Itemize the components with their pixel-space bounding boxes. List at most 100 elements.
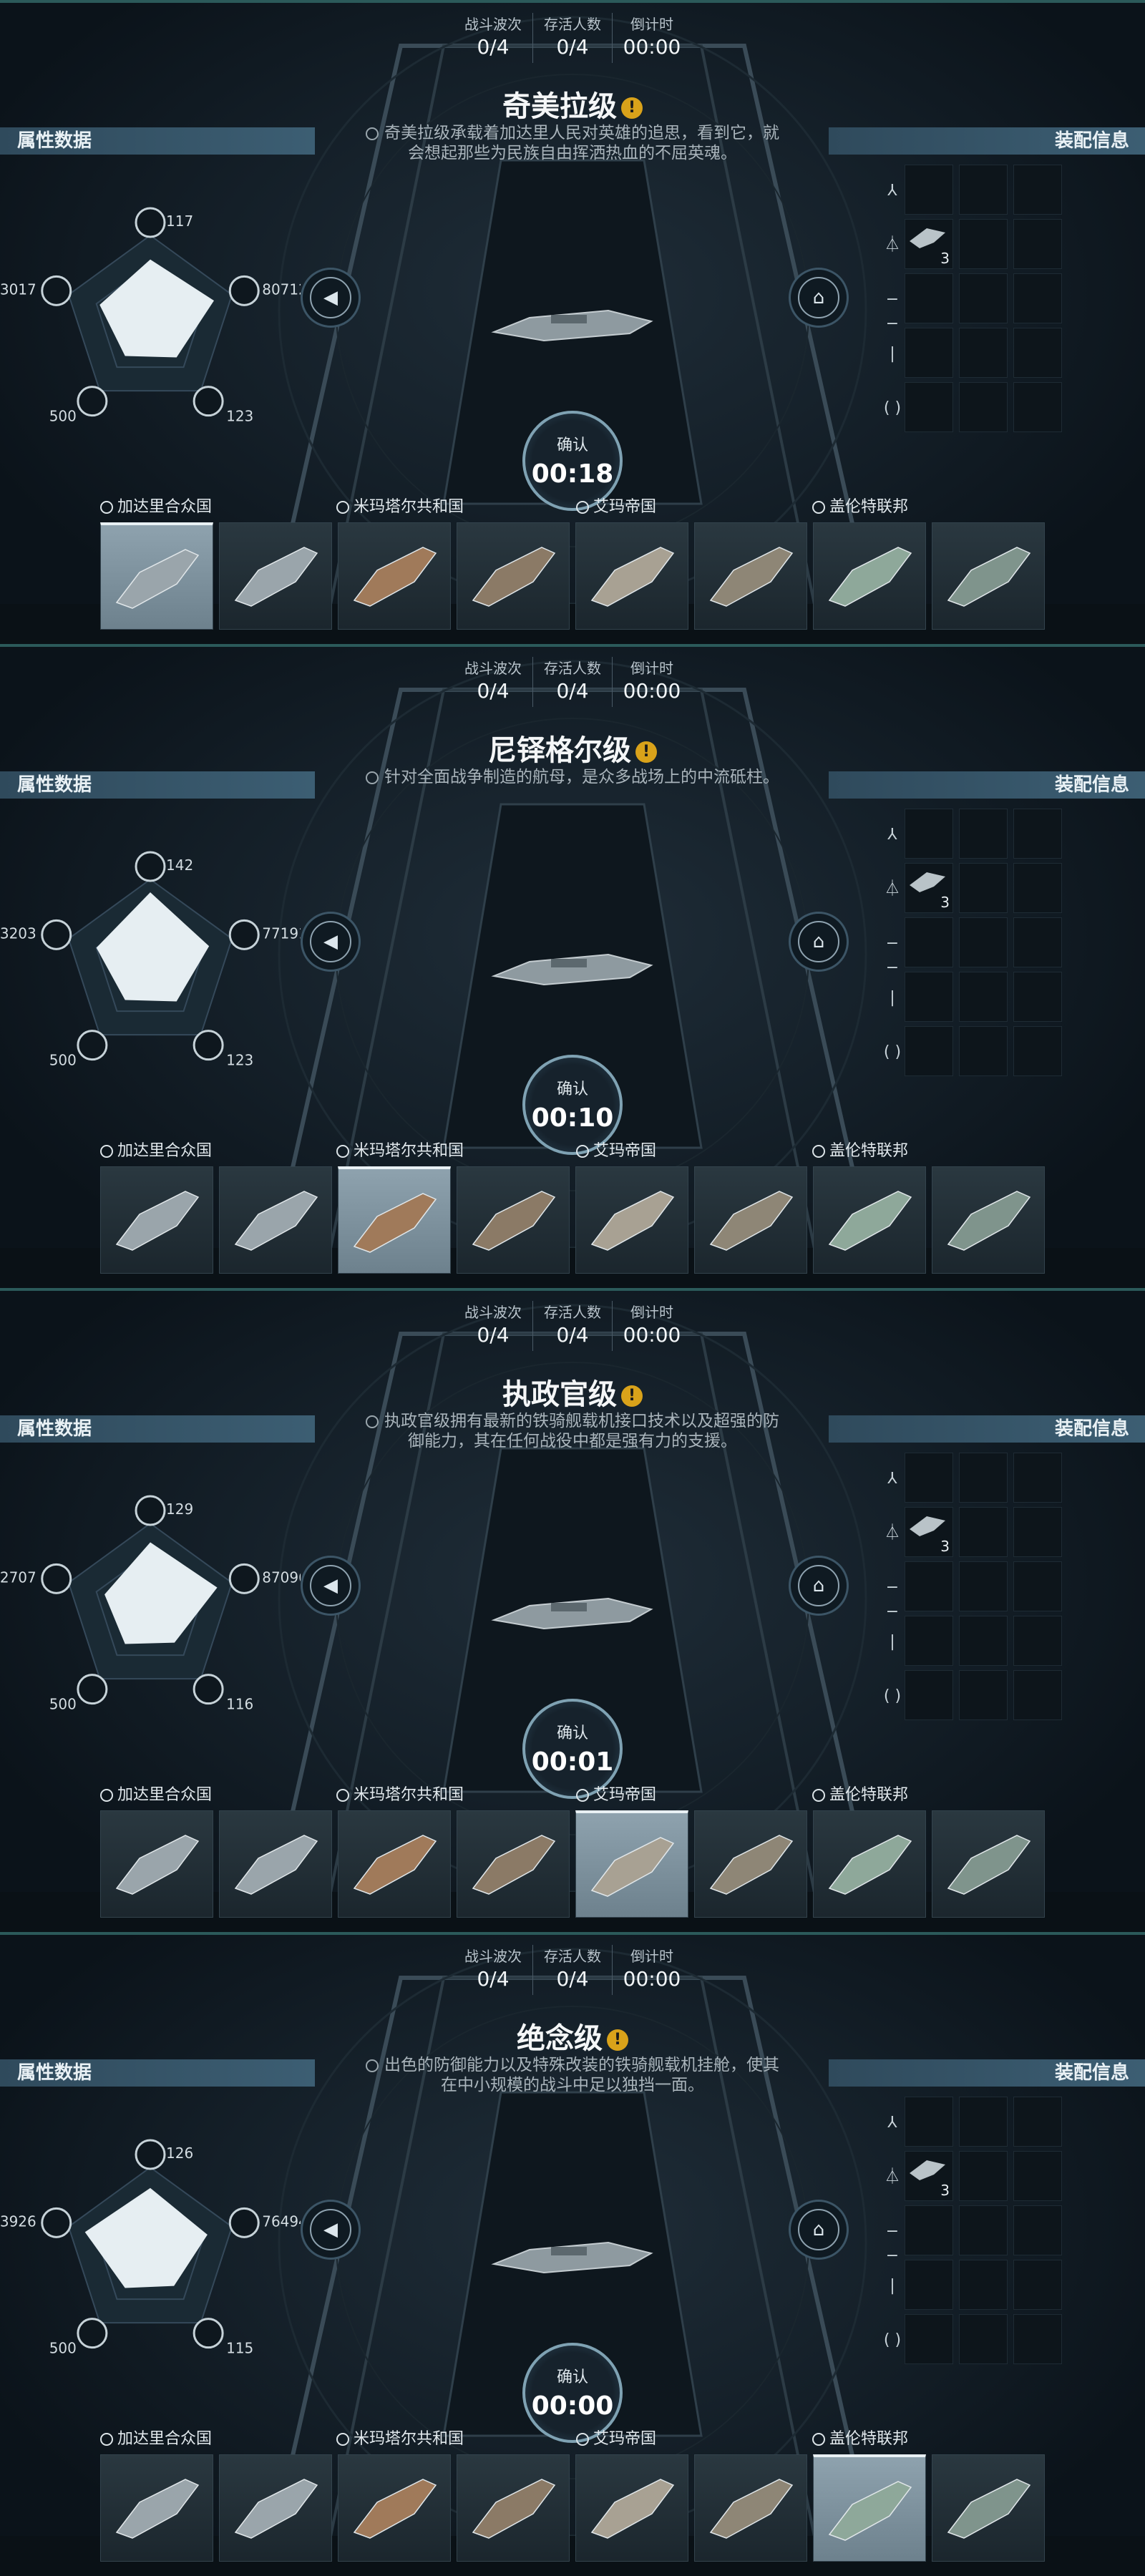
loadout-slot[interactable] <box>1013 863 1062 913</box>
ship-card[interactable] <box>100 1810 213 1918</box>
ship-card[interactable] <box>338 2454 451 2562</box>
prev-ship-button[interactable]: ◀ <box>301 1556 361 1616</box>
loadout-slot[interactable] <box>1013 273 1062 323</box>
loadout-slot[interactable] <box>905 382 953 432</box>
loadout-slot[interactable] <box>1013 219 1062 269</box>
loadout-slot[interactable]: 3 <box>905 219 953 269</box>
prev-ship-button[interactable]: ◀ <box>301 2200 361 2260</box>
loadout-slot[interactable] <box>1013 917 1062 967</box>
loadout-slot[interactable] <box>905 273 953 323</box>
loadout-slot[interactable] <box>959 1026 1008 1076</box>
warning-icon[interactable]: ! <box>635 741 657 763</box>
loadout-slot[interactable] <box>905 809 953 859</box>
loadout-slot[interactable] <box>959 2151 1008 2201</box>
loadout-slot[interactable]: 3 <box>905 2151 953 2201</box>
loadout-slot[interactable] <box>1013 1561 1062 1611</box>
loadout-slot[interactable] <box>1013 2260 1062 2310</box>
loadout-slot[interactable] <box>1013 809 1062 859</box>
loadout-slot[interactable] <box>905 2260 953 2310</box>
loadout-slot[interactable] <box>1013 2205 1062 2255</box>
loadout-slot[interactable] <box>905 1026 953 1076</box>
loadout-slot[interactable] <box>959 2314 1008 2364</box>
loadout-slot[interactable] <box>905 2205 953 2255</box>
ship-card[interactable] <box>219 1166 332 1274</box>
ship-card[interactable] <box>338 522 451 630</box>
loadout-slot[interactable] <box>905 917 953 967</box>
warning-icon[interactable]: ! <box>621 1385 643 1407</box>
loadout-slot[interactable] <box>959 219 1008 269</box>
ship-card[interactable] <box>219 1810 332 1918</box>
loadout-slot[interactable] <box>959 917 1008 967</box>
ship-card[interactable] <box>575 522 688 630</box>
ship-card[interactable] <box>575 2454 688 2562</box>
loadout-slot[interactable] <box>1013 382 1062 432</box>
loadout-slot[interactable] <box>959 1670 1008 1720</box>
loadout-slot[interactable] <box>905 2314 953 2364</box>
ship-card[interactable] <box>813 522 926 630</box>
loadout-slot[interactable] <box>905 328 953 378</box>
loadout-slot[interactable] <box>1013 328 1062 378</box>
ship-card[interactable] <box>932 1810 1045 1918</box>
loadout-slot[interactable] <box>1013 1670 1062 1720</box>
ship-card[interactable] <box>457 1166 570 1274</box>
loadout-slot[interactable] <box>1013 2151 1062 2201</box>
loadout-slot[interactable] <box>959 1561 1008 1611</box>
ship-card[interactable] <box>575 1166 688 1274</box>
ship-card[interactable] <box>219 522 332 630</box>
loadout-slot[interactable] <box>1013 165 1062 215</box>
loadout-slot[interactable] <box>959 1453 1008 1503</box>
loadout-slot[interactable] <box>959 382 1008 432</box>
prev-ship-button[interactable]: ◀ <box>301 268 361 328</box>
loadout-slot[interactable] <box>1013 1616 1062 1666</box>
ship-card[interactable] <box>100 522 213 630</box>
ship-card[interactable] <box>100 1166 213 1274</box>
ship-card[interactable] <box>694 1810 807 1918</box>
prev-ship-button[interactable]: ◀ <box>301 912 361 972</box>
warning-icon[interactable]: ! <box>607 2029 628 2051</box>
loadout-slot[interactable] <box>959 2205 1008 2255</box>
loadout-slot[interactable] <box>959 2097 1008 2147</box>
ship-card[interactable] <box>219 2454 332 2562</box>
ship-info-button[interactable]: ⌂ <box>789 268 849 328</box>
loadout-slot[interactable] <box>959 1616 1008 1666</box>
loadout-slot[interactable] <box>959 273 1008 323</box>
loadout-slot[interactable] <box>959 972 1008 1022</box>
ship-card[interactable] <box>932 522 1045 630</box>
ship-card[interactable] <box>813 2454 926 2562</box>
loadout-slot[interactable] <box>905 1670 953 1720</box>
loadout-slot[interactable] <box>905 972 953 1022</box>
loadout-slot[interactable] <box>959 165 1008 215</box>
loadout-slot[interactable] <box>905 2097 953 2147</box>
ship-card[interactable] <box>932 1166 1045 1274</box>
loadout-slot[interactable] <box>959 809 1008 859</box>
loadout-slot[interactable] <box>1013 1026 1062 1076</box>
loadout-slot[interactable] <box>1013 2314 1062 2364</box>
loadout-slot[interactable] <box>905 1561 953 1611</box>
ship-card[interactable] <box>457 2454 570 2562</box>
ship-info-button[interactable]: ⌂ <box>789 912 849 972</box>
ship-card[interactable] <box>932 2454 1045 2562</box>
loadout-slot[interactable]: 3 <box>905 863 953 913</box>
ship-card[interactable] <box>338 1166 451 1274</box>
ship-card[interactable] <box>694 522 807 630</box>
warning-icon[interactable]: ! <box>621 97 643 119</box>
ship-card[interactable] <box>100 2454 213 2562</box>
ship-info-button[interactable]: ⌂ <box>789 1556 849 1616</box>
ship-card[interactable] <box>694 2454 807 2562</box>
ship-info-button[interactable]: ⌂ <box>789 2200 849 2260</box>
loadout-slot[interactable]: 3 <box>905 1507 953 1557</box>
loadout-slot[interactable] <box>1013 2097 1062 2147</box>
loadout-slot[interactable] <box>959 1507 1008 1557</box>
loadout-slot[interactable] <box>959 2260 1008 2310</box>
loadout-slot[interactable] <box>959 863 1008 913</box>
loadout-slot[interactable] <box>1013 972 1062 1022</box>
ship-card[interactable] <box>813 1166 926 1274</box>
loadout-slot[interactable] <box>1013 1507 1062 1557</box>
ship-card[interactable] <box>338 1810 451 1918</box>
loadout-slot[interactable] <box>959 328 1008 378</box>
ship-card[interactable] <box>457 522 570 630</box>
loadout-slot[interactable] <box>905 1453 953 1503</box>
ship-card[interactable] <box>457 1810 570 1918</box>
ship-card[interactable] <box>813 1810 926 1918</box>
loadout-slot[interactable] <box>1013 1453 1062 1503</box>
